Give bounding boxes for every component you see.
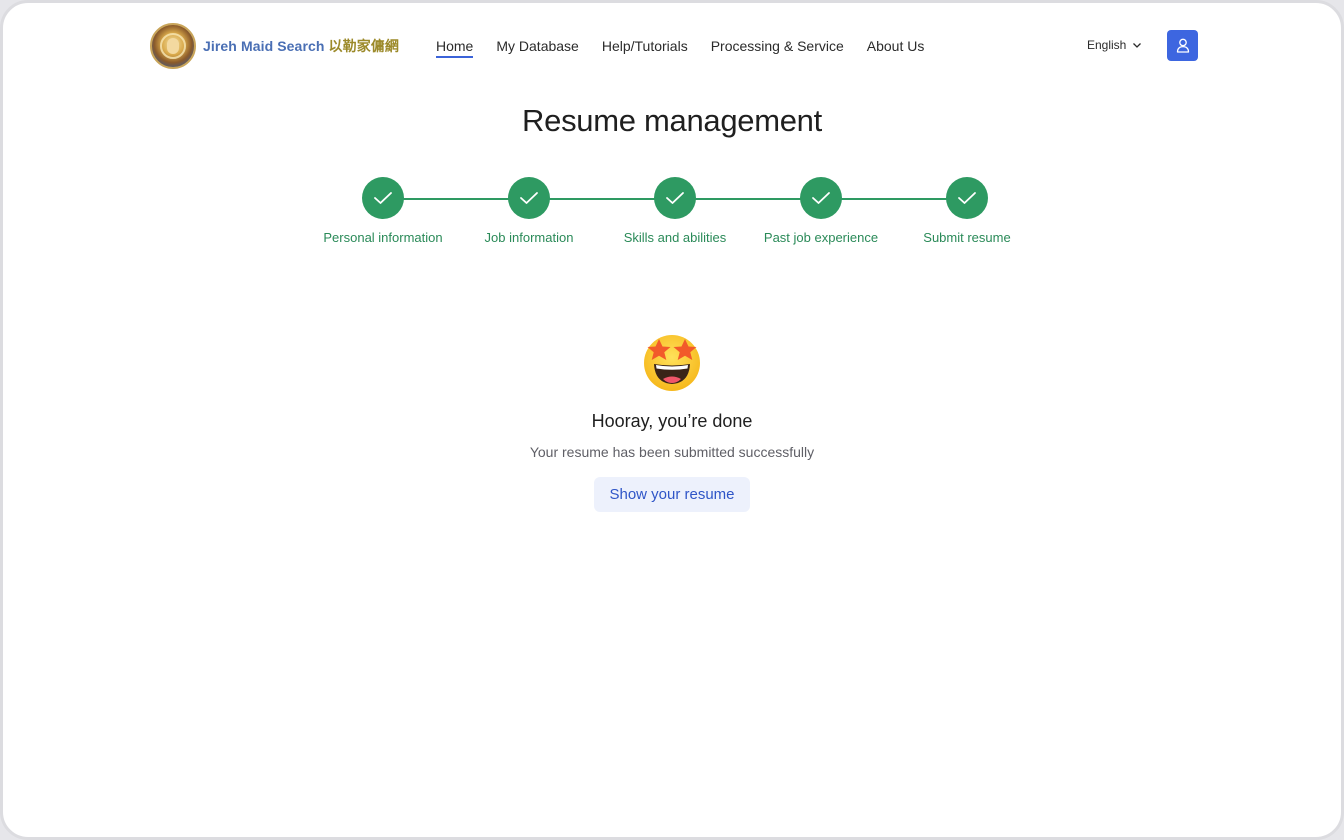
- nav-item-help-tutorials[interactable]: Help/Tutorials: [602, 37, 688, 55]
- completion-subtitle: Your resume has been submitted successfu…: [529, 444, 815, 460]
- user-account-button[interactable]: [1167, 30, 1198, 61]
- brand-logo[interactable]: Jireh Maid Search 以勒家傭網: [150, 23, 399, 69]
- brand-name-en: Jireh Maid Search: [203, 38, 325, 54]
- user-icon: [1176, 38, 1189, 53]
- nav-item-home[interactable]: Home: [436, 37, 474, 58]
- step-label: Submit resume: [923, 230, 1011, 245]
- language-selector[interactable]: English: [1087, 38, 1142, 52]
- show-resume-button[interactable]: Show your resume: [594, 477, 750, 512]
- step-check-icon: [654, 177, 696, 219]
- completion-panel: Hooray, you’re done Your resume has been…: [3, 331, 1341, 512]
- nav-item-about-us[interactable]: About Us: [867, 37, 925, 55]
- top-navbar: Jireh Maid Search 以勒家傭網 Home My Database …: [3, 3, 1341, 89]
- page-title: Resume management: [522, 103, 822, 138]
- step-label: Job information: [484, 230, 574, 245]
- step-check-icon: [362, 177, 404, 219]
- progress-stepper: Personal information Job information Ski…: [3, 177, 1341, 257]
- brand-name: Jireh Maid Search 以勒家傭網: [203, 36, 399, 56]
- step-check-icon: [946, 177, 988, 219]
- app-window: Jireh Maid Search 以勒家傭網 Home My Database …: [0, 0, 1344, 840]
- nav-item-processing-service[interactable]: Processing & Service: [711, 37, 844, 55]
- star-struck-emoji-icon: [644, 335, 700, 391]
- main-nav: Home My Database Help/Tutorials Processi…: [436, 37, 947, 58]
- step-check-icon: [508, 177, 550, 219]
- step-check-icon: [800, 177, 842, 219]
- nav-item-my-database[interactable]: My Database: [496, 37, 578, 55]
- step-personal-information[interactable]: Personal information: [303, 177, 463, 245]
- step-label: Past job experience: [763, 230, 879, 245]
- step-skills-and-abilities[interactable]: Skills and abilities: [595, 177, 755, 245]
- brand-name-zh: 以勒家傭網: [328, 38, 400, 54]
- chevron-down-icon: [1133, 43, 1142, 48]
- logo-emblem-icon: [150, 23, 196, 69]
- step-label: Personal information: [323, 230, 443, 245]
- language-label: English: [1087, 38, 1127, 52]
- step-job-information[interactable]: Job information: [449, 177, 609, 245]
- completion-title: Hooray, you’re done: [591, 411, 753, 431]
- step-past-job-experience[interactable]: Past job experience: [741, 177, 901, 245]
- step-label: Skills and abilities: [623, 230, 727, 245]
- step-submit-resume[interactable]: Submit resume: [887, 177, 1047, 245]
